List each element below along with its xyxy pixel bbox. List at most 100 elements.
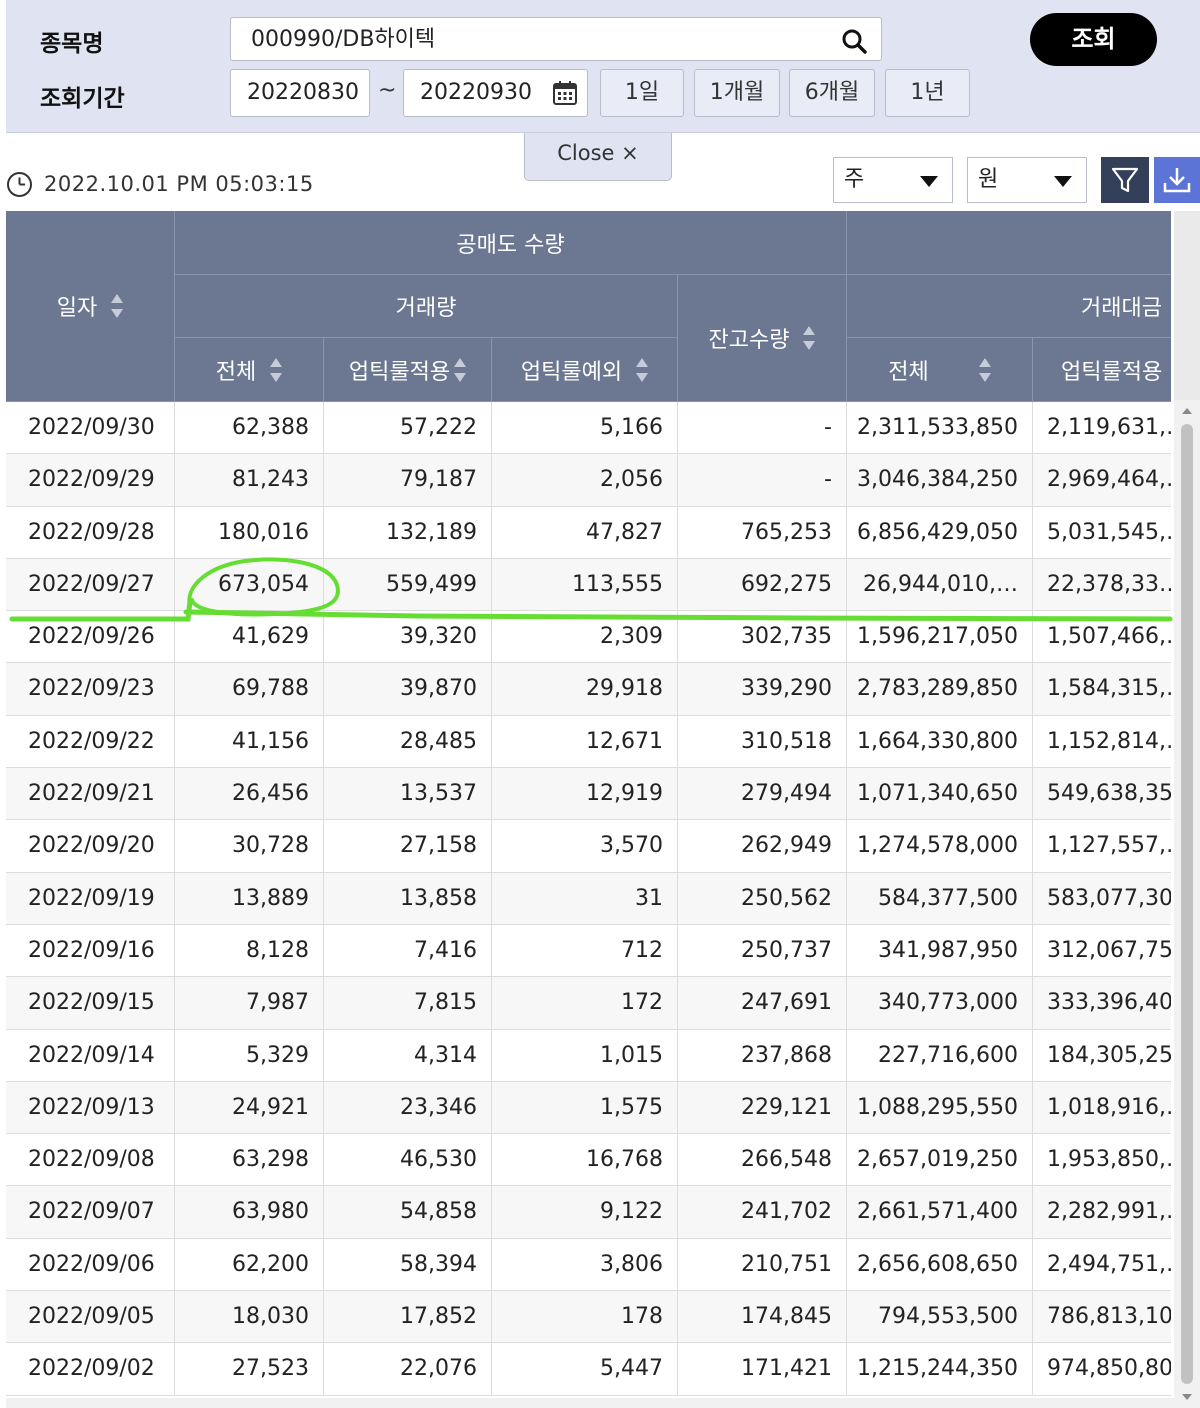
unit-select[interactable]: 주 <box>833 157 953 203</box>
cell-amount-uptick-applied: 549,638,35 <box>1047 781 1171 807</box>
cell-uptick-exempt: 16,768 <box>492 1134 678 1187</box>
table-row[interactable]: 2022/09/21 26,456 13,537 12,919 279,494 1,071… <box>6 768 1171 821</box>
cell-total: 62,200 <box>175 1238 324 1291</box>
cell-amount-total: 1,215,244,350 <box>847 1343 1033 1396</box>
cell-balance: 262,949 <box>678 820 847 873</box>
dropdown-caret-icon <box>920 176 938 187</box>
cell-uptick-exempt: 2,056 <box>492 454 678 507</box>
cell-amount-uptick-applied: 333,396,40 <box>1047 990 1171 1016</box>
table-row[interactable]: 2022/09/27 673,054 559,499 113,555 692,275 26… <box>6 558 1171 612</box>
cell-date: 2022/09/28 <box>6 506 175 559</box>
table-row[interactable]: 2022/09/28 180,016 132,189 47,827 765,253 6,8… <box>6 506 1171 559</box>
col-header-total[interactable]: 전체 <box>175 338 324 402</box>
sort-icon[interactable] <box>454 357 467 382</box>
table-row[interactable]: 2022/09/19 13,889 13,858 31 250,562 584,377,5… <box>6 872 1171 925</box>
close-panel-tab[interactable]: Close × <box>524 133 672 181</box>
table-row[interactable]: 2022/09/20 30,728 27,158 3,570 262,949 1,274,… <box>6 820 1171 873</box>
period-1year-button[interactable]: 1년 <box>885 69 970 117</box>
cell-uptick-applied: 58,394 <box>324 1238 492 1291</box>
query-button[interactable]: 조회 <box>1030 13 1157 66</box>
cell-uptick-applied: 39,870 <box>324 663 492 716</box>
cell-total: 5,329 <box>175 1029 324 1082</box>
table-row[interactable]: 2022/09/02 27,523 22,076 5,447 171,421 1,215,… <box>6 1343 1171 1396</box>
cell-amount-uptick-applied: 583,077,30 <box>1047 885 1171 911</box>
col-header-balance[interactable]: 잔고수량 <box>678 275 847 402</box>
period-1day-button[interactable]: 1일 <box>600 69 684 117</box>
cell-amount-total: 1,596,217,050 <box>847 611 1033 664</box>
sort-icon[interactable] <box>803 326 816 350</box>
table-row[interactable]: 2022/09/15 7,987 7,815 172 247,691 340,773,00… <box>6 977 1171 1030</box>
cell-balance: 310,518 <box>678 715 847 768</box>
table-row[interactable]: 2022/09/26 41,629 39,320 2,309 302,735 1,596,… <box>6 611 1171 664</box>
table-row[interactable]: 2022/09/30 62,388 57,222 5,166-2,311,533,85… <box>6 402 1171 455</box>
col-header-amount-total[interactable]: 전체 <box>847 338 1033 402</box>
table-row[interactable]: 2022/09/22 41,156 28,485 12,671 310,518 1,664… <box>6 715 1171 769</box>
cell-uptick-exempt: 113,555 <box>492 558 678 611</box>
sort-icon[interactable] <box>111 294 124 318</box>
cell-balance: 210,751 <box>678 1238 847 1291</box>
cell-uptick-applied: 132,189 <box>324 506 492 559</box>
scroll-up-icon[interactable] <box>1182 408 1192 414</box>
cell-total: 81,243 <box>175 454 324 507</box>
currency-select-value: 원 <box>978 167 999 192</box>
cell-amount-uptick-applied: 2,119,631,… <box>1047 415 1171 440</box>
cell-total: 41,156 <box>175 715 324 768</box>
cell-date: 2022/09/20 <box>6 820 175 873</box>
table-row[interactable]: 2022/09/13 24,921 23,346 1,575 229,121 1,088,… <box>6 1081 1171 1135</box>
cell-uptick-applied: 28,485 <box>324 715 492 768</box>
table-row[interactable]: 2022/09/14 5,329 4,314 1,015 237,868 227,716,… <box>6 1029 1171 1082</box>
vertical-scroll-thumb[interactable] <box>1181 424 1193 1384</box>
clock-icon <box>7 172 32 197</box>
group-header-trade-volume: 거래량 <box>175 275 678 338</box>
cell-uptick-applied: 54,858 <box>324 1186 492 1239</box>
cell-balance: 174,845 <box>678 1291 847 1344</box>
cell-balance: 229,121 <box>678 1081 847 1134</box>
scroll-down-icon[interactable] <box>1182 1394 1192 1400</box>
cell-total: 30,728 <box>175 820 324 873</box>
period-6month-button[interactable]: 6개월 <box>789 69 875 117</box>
table-row[interactable]: 2022/09/08 63,298 46,530 16,768 266,548 2,657… <box>6 1134 1171 1187</box>
cell-uptick-applied: 13,537 <box>324 768 492 821</box>
cell-date: 2022/09/26 <box>6 611 175 664</box>
horizontal-scrollbar[interactable] <box>6 1398 1174 1408</box>
short-selling-table: 일자 공매도 수량 거래량 전체 업틱룰적용 업틱룰예외 잔고수량 거래대금 전… <box>6 211 1171 1408</box>
cell-uptick-applied: 13,858 <box>324 872 492 925</box>
cell-uptick-exempt: 1,015 <box>492 1029 678 1082</box>
vertical-scrollbar[interactable] <box>1174 400 1200 1408</box>
sort-icon[interactable] <box>270 357 283 382</box>
download-button[interactable] <box>1154 157 1200 203</box>
unit-select-value: 주 <box>844 167 865 192</box>
table-row[interactable]: 2022/09/07 63,980 54,858 9,122 241,702 2,661,… <box>6 1186 1171 1239</box>
cell-date: 2022/09/06 <box>6 1238 175 1291</box>
sort-icon[interactable] <box>978 357 991 382</box>
cell-amount-total: 584,377,500 <box>847 872 1033 925</box>
cell-uptick-exempt: 47,827 <box>492 506 678 559</box>
cell-total: 27,523 <box>175 1343 324 1396</box>
sort-icon[interactable] <box>636 357 649 382</box>
col-header-uptick-applied[interactable]: 업틱룰적용 <box>324 338 492 402</box>
table-row[interactable]: 2022/09/05 18,030 17,852 178 174,845 794,553,… <box>6 1291 1171 1344</box>
col-header-amount-uptick-applied[interactable]: 업틱룰적용 <box>1033 338 1171 402</box>
calendar-button[interactable] <box>542 69 588 117</box>
cell-date: 2022/09/08 <box>6 1134 175 1187</box>
table-row[interactable]: 2022/09/16 8,128 7,416 712 250,737 341,987,95… <box>6 924 1171 978</box>
table-row[interactable]: 2022/09/29 81,243 79,187 2,056-3,046,384,25… <box>6 454 1171 507</box>
col-header-date[interactable]: 일자 <box>6 211 175 402</box>
search-icon[interactable] <box>841 28 867 54</box>
cell-balance: 302,735 <box>678 611 847 664</box>
download-icon <box>1163 168 1191 193</box>
cell-amount-total: 227,716,600 <box>847 1029 1033 1082</box>
header-scroll-gutter <box>1174 211 1200 400</box>
date-to-input[interactable]: 20220930 <box>403 69 543 117</box>
col-header-uptick-exempt[interactable]: 업틱룰예외 <box>492 338 678 402</box>
stock-input[interactable]: 000990/DB하이텍 <box>230 17 882 61</box>
date-from-input[interactable]: 20220830 <box>230 69 370 117</box>
cell-uptick-applied: 46,530 <box>324 1134 492 1187</box>
cell-uptick-exempt: 1,575 <box>492 1081 678 1134</box>
period-1month-button[interactable]: 1개월 <box>694 69 780 117</box>
table-row[interactable]: 2022/09/23 69,788 39,870 29,918 339,290 2,783… <box>6 663 1171 716</box>
table-row[interactable]: 2022/09/06 62,200 58,394 3,806 210,751 2,656,… <box>6 1238 1171 1292</box>
filter-button[interactable] <box>1101 157 1149 203</box>
cell-date: 2022/09/13 <box>6 1081 175 1134</box>
currency-select[interactable]: 원 <box>967 157 1087 203</box>
